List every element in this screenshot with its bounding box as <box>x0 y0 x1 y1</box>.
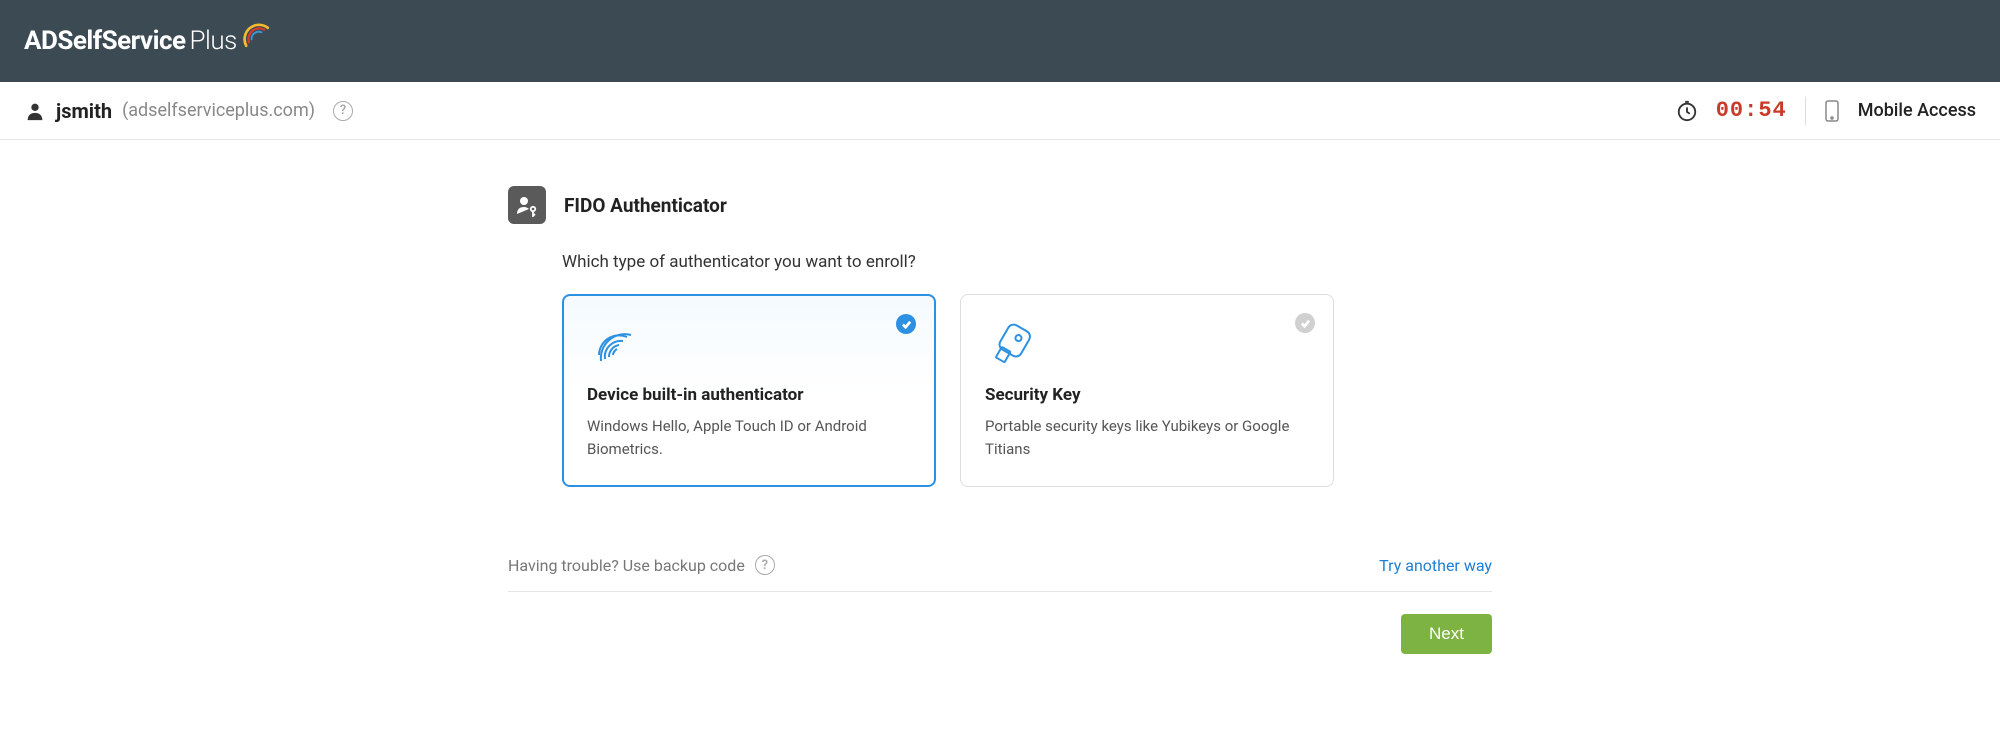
fingerprint-icon <box>587 317 639 369</box>
card-device-builtin[interactable]: Device built-in authenticator Windows He… <box>562 294 936 487</box>
domain-label: (adselfserviceplus.com) <box>122 100 315 121</box>
card-desc: Windows Hello, Apple Touch ID or Android… <box>587 415 911 460</box>
enroll-prompt: Which type of authenticator you want to … <box>562 252 1492 272</box>
usb-key-icon <box>985 317 1037 369</box>
check-icon <box>1295 313 1315 333</box>
authenticator-options: Device built-in authenticator Windows He… <box>562 294 1492 487</box>
section-title: FIDO Authenticator <box>564 194 727 217</box>
mobile-icon <box>1824 99 1840 123</box>
card-security-key[interactable]: Security Key Portable security keys like… <box>960 294 1334 487</box>
session-timer: 00:54 <box>1716 98 1787 123</box>
username-label: jsmith <box>56 99 112 123</box>
actions: Next <box>508 614 1492 654</box>
user-bar: jsmith (adselfserviceplus.com) ? 00:54 M… <box>0 82 2000 140</box>
card-title: Security Key <box>985 385 1309 405</box>
help-icon[interactable]: ? <box>755 555 775 575</box>
clock-icon <box>1676 100 1698 122</box>
mobile-access-link[interactable]: Mobile Access <box>1858 100 1976 121</box>
main-content: FIDO Authenticator Which type of authent… <box>488 186 1512 654</box>
footer-row: Having trouble? Use backup code ? Try an… <box>508 555 1492 592</box>
next-button[interactable]: Next <box>1401 614 1492 654</box>
backup-code-hint: Having trouble? Use backup code ? <box>508 555 775 575</box>
try-another-link[interactable]: Try another way <box>1379 556 1492 575</box>
help-icon[interactable]: ? <box>333 101 353 121</box>
user-icon <box>24 100 46 122</box>
logo-text: ADSelfServicePlus <box>24 26 237 56</box>
card-title: Device built-in authenticator <box>587 385 911 405</box>
card-desc: Portable security keys like Yubikeys or … <box>985 415 1309 460</box>
divider <box>1805 97 1806 125</box>
section-header: FIDO Authenticator <box>508 186 1492 224</box>
check-icon <box>896 314 916 334</box>
logo-arc-icon <box>239 17 275 53</box>
product-logo: ADSelfServicePlus <box>24 26 275 56</box>
fido-badge-icon <box>508 186 546 224</box>
top-banner: ADSelfServicePlus <box>0 0 2000 82</box>
